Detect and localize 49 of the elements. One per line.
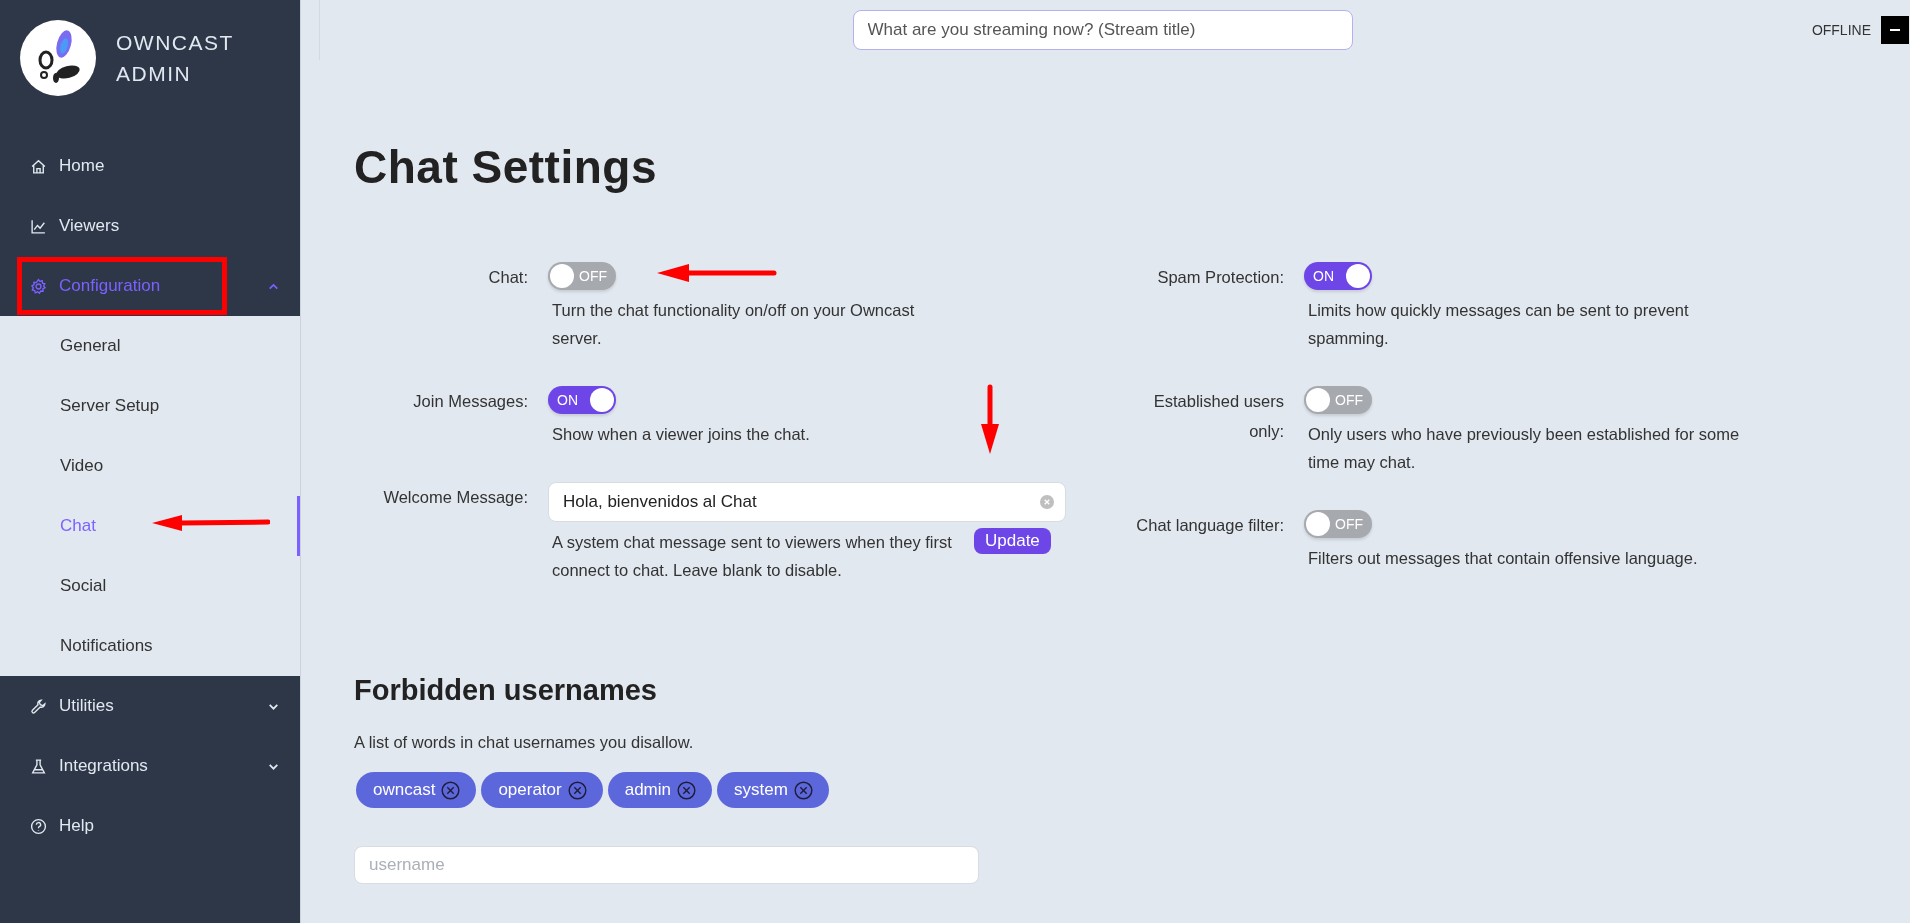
page-title: Chat Settings	[354, 140, 658, 194]
setting-description: Limits how quickly messages can be sent to prevent spamming.	[1308, 300, 1690, 349]
submenu-item[interactable]: Social	[0, 556, 300, 616]
setting-description: Only users who have previously been established for some time may chat.	[1308, 424, 1741, 473]
brand-title: OWNCAST ADMIN	[116, 29, 235, 87]
setting-label: Welcome Message:	[382, 487, 528, 508]
nav-item[interactable]: Help	[0, 796, 300, 856]
section-description: A list of words in chat usernames you disallow.	[354, 733, 695, 752]
status-text: OFFLINE	[1811, 22, 1871, 38]
gear-icon	[30, 277, 47, 295]
username-tag: admin	[607, 772, 712, 808]
setting-label: Chat:	[487, 267, 528, 288]
setting-description: A system chat message sent to viewers when they first connect to chat. Leave blank to disable.	[552, 532, 953, 581]
flask-icon	[30, 757, 47, 775]
setting-label: Established users only:	[1152, 391, 1284, 442]
help-icon	[30, 817, 47, 835]
home-icon	[30, 157, 47, 175]
wrench-icon	[30, 697, 47, 715]
toggle-switch[interactable]: ON	[1304, 262, 1372, 290]
section-heading: Forbidden usernames	[354, 674, 658, 707]
submenu-item[interactable]: General	[0, 316, 300, 376]
remove-icon[interactable]	[677, 780, 696, 800]
username-tag: owncast	[356, 772, 477, 808]
setting-description: Show when a viewer joins the chat.	[552, 424, 811, 445]
setting-description: Turn the chat functionality on/off on your Owncast server.	[552, 300, 916, 349]
nav-item[interactable]: Viewers	[0, 196, 300, 256]
logo-icon	[20, 20, 96, 96]
remove-icon[interactable]	[567, 780, 587, 800]
setting-label: Chat language filter:	[1135, 515, 1284, 536]
submenu-item[interactable]: Server Setup	[0, 376, 300, 436]
remove-icon[interactable]	[441, 780, 461, 800]
chart-icon	[30, 217, 47, 235]
username-tag: system	[717, 772, 829, 808]
stream-title-field[interactable]: What are you streaming now? (Stream title)	[852, 10, 1353, 50]
remove-icon[interactable]	[793, 780, 813, 800]
setting-label: Spam Protection:	[1156, 267, 1284, 288]
submenu-item[interactable]: Notifications	[0, 616, 300, 676]
welcome-message-field[interactable]: Hola, bienvenidos al Chat	[548, 482, 1066, 522]
toggle-switch[interactable]: ON	[548, 386, 616, 414]
update-button[interactable]: Update	[974, 528, 1051, 554]
username-field[interactable]: username	[354, 846, 979, 884]
username-tag: operator	[481, 772, 603, 808]
setting-label: Join Messages:	[412, 391, 528, 412]
nav-item[interactable]: Integrations	[0, 736, 300, 796]
minus-button[interactable]	[1881, 16, 1909, 44]
nav-item[interactable]: Utilities	[0, 676, 300, 736]
nav-item[interactable]: Home	[0, 136, 300, 196]
submenu-item[interactable]: Video	[0, 436, 300, 496]
setting-description: Filters out messages that contain offensive language.	[1308, 548, 1699, 569]
